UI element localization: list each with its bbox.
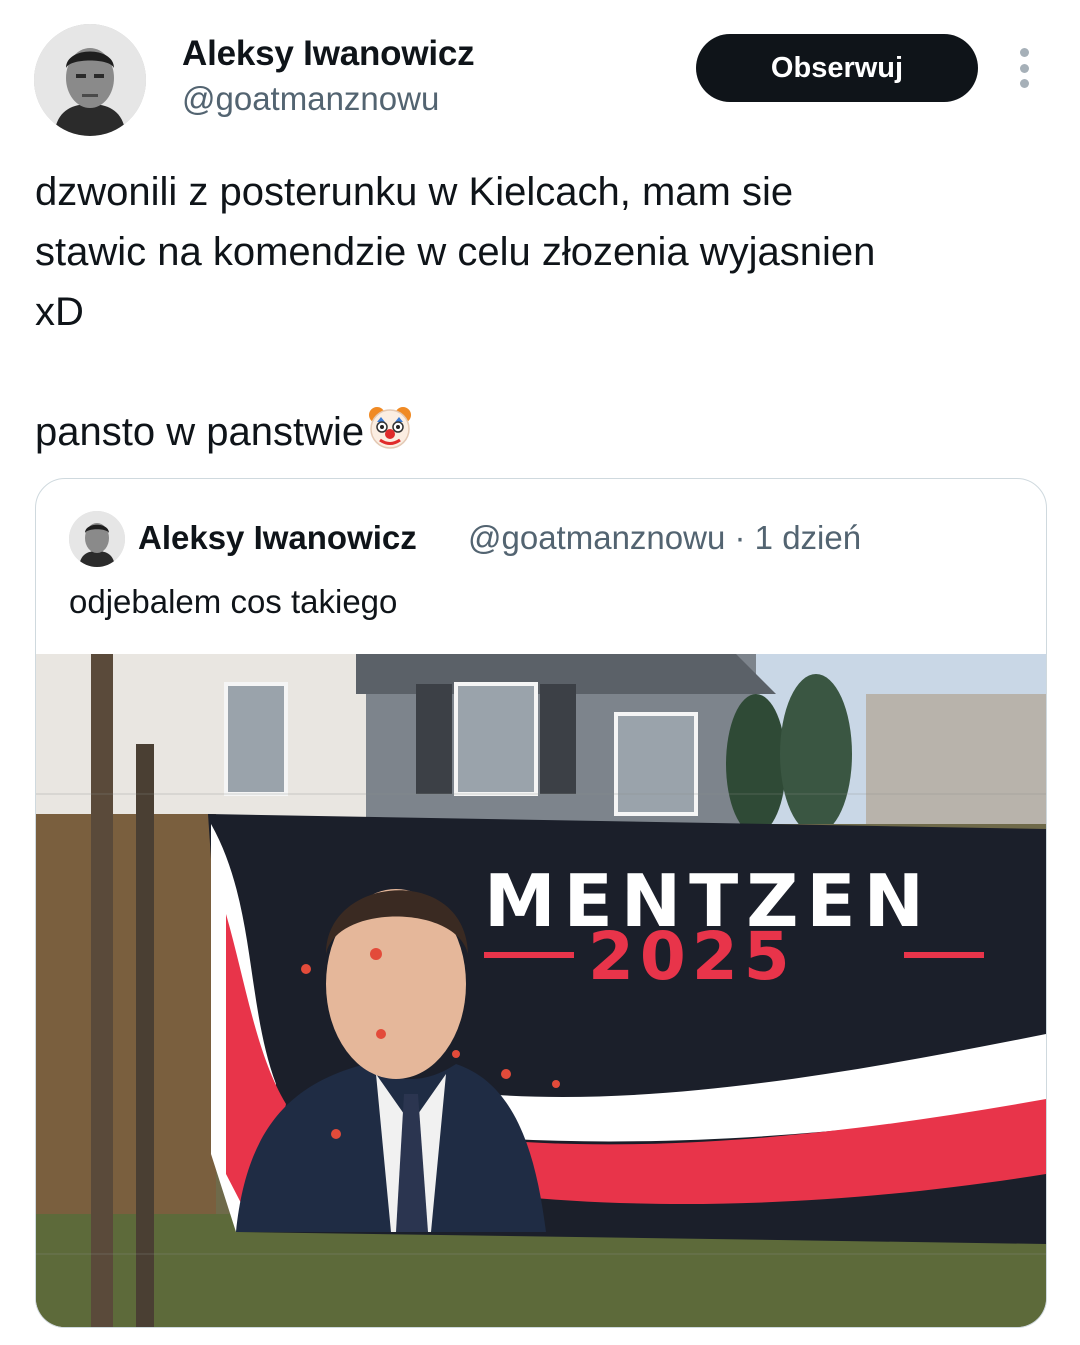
tweet-line-text: pansto w panstwie — [35, 410, 365, 454]
quoted-tweet-photo[interactable]: MENTZEN 2025 — [36, 654, 1046, 1327]
author-name[interactable]: Aleksy Iwanowicz — [182, 34, 475, 74]
quoted-tweet-card[interactable]: Aleksy Iwanowicz @goatmanznowu · 1 dzień… — [35, 478, 1047, 1328]
photo-election-banner: MENTZEN 2025 — [36, 654, 1046, 1327]
profile-photo-icon — [69, 511, 125, 567]
tweet-text: dzwonili z posterunku w Kielcach, mam si… — [35, 162, 1045, 468]
quoted-meta: @goatmanznowu · 1 dzień — [468, 519, 861, 557]
quoted-author-avatar[interactable] — [69, 511, 125, 567]
tweet-line: pansto w panstwie — [35, 402, 1045, 468]
tweet-line: dzwonili z posterunku w Kielcach, mam si… — [35, 170, 794, 214]
follow-button[interactable]: Obserwuj — [696, 34, 978, 102]
quoted-author-name[interactable]: Aleksy Iwanowicz — [138, 519, 417, 557]
more-vertical-icon[interactable] — [1010, 48, 1038, 88]
quoted-author-handle[interactable]: @goatmanznowu — [468, 519, 725, 556]
profile-photo-icon — [34, 24, 146, 136]
tweet-line: xD — [35, 290, 84, 334]
quoted-tweet-text: odjebalem cos takiego — [69, 583, 398, 620]
clown-face-icon — [366, 403, 414, 468]
banner-year: 2025 — [588, 918, 796, 995]
tweet-line: stawic na komendzie w celu złozenia wyja… — [35, 230, 876, 274]
author-avatar[interactable] — [34, 24, 146, 136]
author-handle[interactable]: @goatmanznowu — [182, 80, 439, 118]
meta-separator: · — [734, 519, 746, 556]
quoted-timestamp[interactable]: 1 dzień — [755, 519, 861, 556]
